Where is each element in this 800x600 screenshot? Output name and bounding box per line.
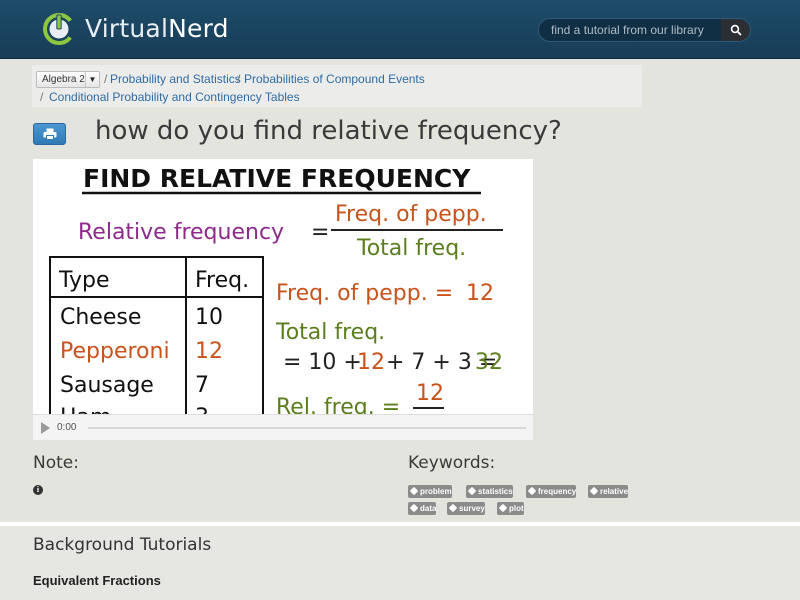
breadcrumb: Algebra 2 ▼ / Probability and Statistics… (32, 65, 642, 107)
course-select-value: Algebra 2 (42, 74, 85, 85)
keyword-tag-label: relative (600, 487, 629, 496)
keyword-tag-label: plot (509, 504, 524, 513)
tag-icon (527, 486, 537, 496)
table-cell-freq: 10 (195, 305, 223, 330)
brand-name-bold: Nerd (168, 13, 229, 43)
keyword-tag-label: statistics (478, 487, 513, 496)
course-select[interactable]: Algebra 2 ▼ (36, 71, 100, 88)
tag-icon (409, 486, 419, 496)
rel-freq-numerator: 12 (416, 381, 444, 406)
freq-pepp-value: 12 (466, 281, 494, 306)
formula-left: Relative frequency (78, 220, 284, 245)
keyword-tag-label: problem (420, 487, 452, 496)
breadcrumb-probability-statistics[interactable]: Probability and Statistics (110, 72, 241, 86)
site-header: VirtualNerd (0, 0, 800, 59)
keyword-tag-label: frequency (538, 487, 577, 496)
total-sum-d: 32 (475, 350, 503, 375)
keyword-tag[interactable]: frequency (526, 485, 577, 498)
chevron-down-icon: ▼ (85, 72, 99, 87)
breadcrumb-separator: / (40, 90, 44, 104)
search-button[interactable] (721, 19, 750, 41)
keyword-tag[interactable]: survey (447, 502, 485, 515)
total-freq-label: Total freq. (275, 320, 385, 345)
site-logo[interactable]: VirtualNerd (42, 11, 229, 45)
printer-icon (43, 128, 56, 140)
power-logo-icon (43, 13, 75, 45)
video-controls: 0:00 (33, 414, 533, 440)
keyword-tag[interactable]: relative (588, 485, 629, 498)
table-cell-type: Cheese (60, 305, 141, 330)
breadcrumb-conditional-probability[interactable]: Conditional Probability and Contingency … (49, 90, 300, 104)
total-sum-a: = 10 + (283, 350, 362, 375)
formula-numerator: Freq. of pepp. (335, 202, 487, 227)
brand-name-light: Virtual (85, 13, 169, 43)
table-cell-freq: 12 (195, 339, 223, 364)
video-progress-bar[interactable] (88, 427, 526, 429)
brand-name: VirtualNerd (85, 14, 229, 43)
video-player[interactable]: FIND RELATIVE FREQUENCY Relative frequen… (33, 159, 533, 440)
video-frame: FIND RELATIVE FREQUENCY Relative frequen… (49, 164, 503, 440)
search-input[interactable] (539, 19, 722, 41)
table-cell-type: Sausage (60, 373, 154, 398)
table-cell-freq: 7 (195, 373, 209, 398)
page-title: how do you find relative frequency? (95, 116, 562, 146)
table-header-freq: Freq. (195, 268, 249, 293)
tag-icon (409, 503, 419, 513)
keyword-tag[interactable]: data (408, 502, 437, 515)
keyword-tag[interactable]: problem (408, 485, 452, 498)
background-tutorials-heading: Background Tutorials (33, 535, 212, 555)
video-heading: FIND RELATIVE FREQUENCY (83, 164, 471, 193)
keyword-tag-label: survey (459, 504, 485, 513)
keyword-tag[interactable]: plot (497, 502, 524, 515)
breadcrumb-compound-events[interactable]: Probabilities of Compound Events (244, 72, 425, 86)
note-heading: Note: (33, 453, 79, 473)
breadcrumb-separator: / (237, 72, 241, 86)
keywords-heading: Keywords: (408, 453, 496, 473)
breadcrumb-separator: / (104, 72, 108, 86)
keyword-tag-label: data (420, 504, 437, 513)
print-button[interactable] (33, 123, 66, 145)
table-header-type: Type (58, 268, 110, 293)
tag-icon (448, 503, 458, 513)
freq-pepp-label: Freq. of pepp. = (276, 281, 453, 306)
keyword-tag[interactable]: statistics (466, 485, 513, 498)
formula-equals: = (311, 220, 329, 245)
video-time: 0:00 (57, 422, 77, 433)
search-icon (730, 24, 741, 36)
tag-icon (467, 486, 477, 496)
total-sum-b: 12 (357, 350, 385, 375)
frequency-table: Type Freq. Cheese 10 Pepperoni 12 Sausag… (49, 256, 264, 440)
tag-icon (589, 486, 599, 496)
info-icon[interactable]: i (33, 485, 43, 495)
search-box (538, 18, 751, 42)
tag-icon (498, 503, 508, 513)
table-cell-type: Pepperoni (60, 339, 170, 364)
formula-denominator: Total freq. (356, 236, 466, 261)
play-icon[interactable] (41, 422, 50, 434)
tutorial-link-equivalent-fractions[interactable]: Equivalent Fractions (33, 573, 161, 588)
